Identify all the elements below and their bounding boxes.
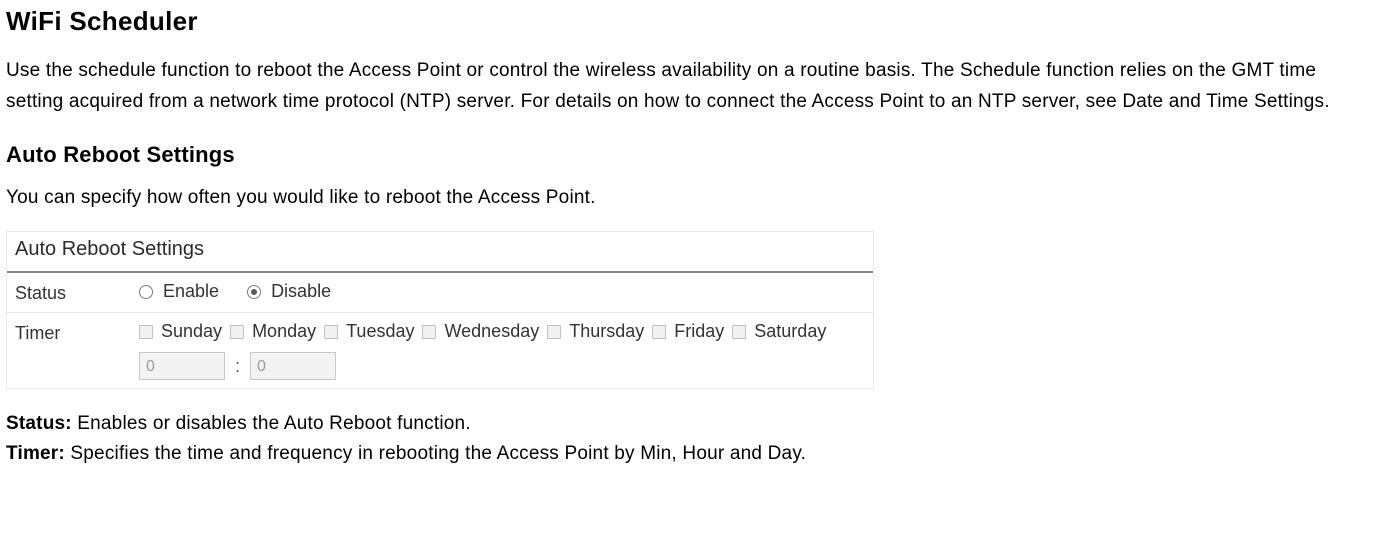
checkbox-saturday[interactable] xyxy=(732,325,746,339)
timer-days: Sunday Monday Tuesday Wednesday Thursday… xyxy=(139,321,865,342)
checkbox-thursday[interactable] xyxy=(547,325,561,339)
day-sunday: Sunday xyxy=(161,321,222,342)
timer-content: Sunday Monday Tuesday Wednesday Thursday… xyxy=(139,321,865,380)
checkbox-friday[interactable] xyxy=(652,325,666,339)
day-monday: Monday xyxy=(252,321,316,342)
day-wednesday: Wednesday xyxy=(444,321,539,342)
time-separator: : xyxy=(235,356,240,377)
def-status-term: Status: xyxy=(6,413,72,434)
radio-disable[interactable] xyxy=(247,285,261,299)
checkbox-tuesday[interactable] xyxy=(324,325,338,339)
timer-hour-input[interactable]: 0 xyxy=(139,352,225,380)
auto-reboot-settings-panel: Auto Reboot Settings Status Enable Disab… xyxy=(6,231,874,389)
timer-label: Timer xyxy=(15,321,139,344)
timer-row: Timer Sunday Monday Tuesday Wednesday Th… xyxy=(7,313,873,388)
checkbox-sunday[interactable] xyxy=(139,325,153,339)
day-saturday: Saturday xyxy=(754,321,826,342)
section-title-auto-reboot: Auto Reboot Settings xyxy=(6,142,1376,168)
timer-minute-input[interactable]: 0 xyxy=(250,352,336,380)
section-desc-auto-reboot: You can specify how often you would like… xyxy=(6,182,1376,213)
radio-disable-label: Disable xyxy=(271,281,331,302)
radio-enable-label: Enable xyxy=(163,281,219,302)
page-title: WiFi Scheduler xyxy=(6,6,1376,37)
day-friday: Friday xyxy=(674,321,724,342)
def-status-text: Enables or disables the Auto Reboot func… xyxy=(72,413,471,434)
intro-paragraph: Use the schedule function to reboot the … xyxy=(6,55,1376,118)
status-label: Status xyxy=(15,281,139,304)
status-row: Status Enable Disable xyxy=(7,273,873,313)
day-tuesday: Tuesday xyxy=(346,321,414,342)
checkbox-wednesday[interactable] xyxy=(422,325,436,339)
checkbox-monday[interactable] xyxy=(230,325,244,339)
panel-title: Auto Reboot Settings xyxy=(7,232,873,273)
day-thursday: Thursday xyxy=(569,321,644,342)
def-timer-text: Specifies the time and frequency in rebo… xyxy=(65,443,806,464)
status-radio-group: Enable Disable xyxy=(139,281,865,302)
definitions: Status: Enables or disables the Auto Reb… xyxy=(6,409,1376,470)
radio-enable[interactable] xyxy=(139,285,153,299)
def-timer-term: Timer: xyxy=(6,443,65,464)
timer-time-row: 0 : 0 xyxy=(139,352,865,380)
